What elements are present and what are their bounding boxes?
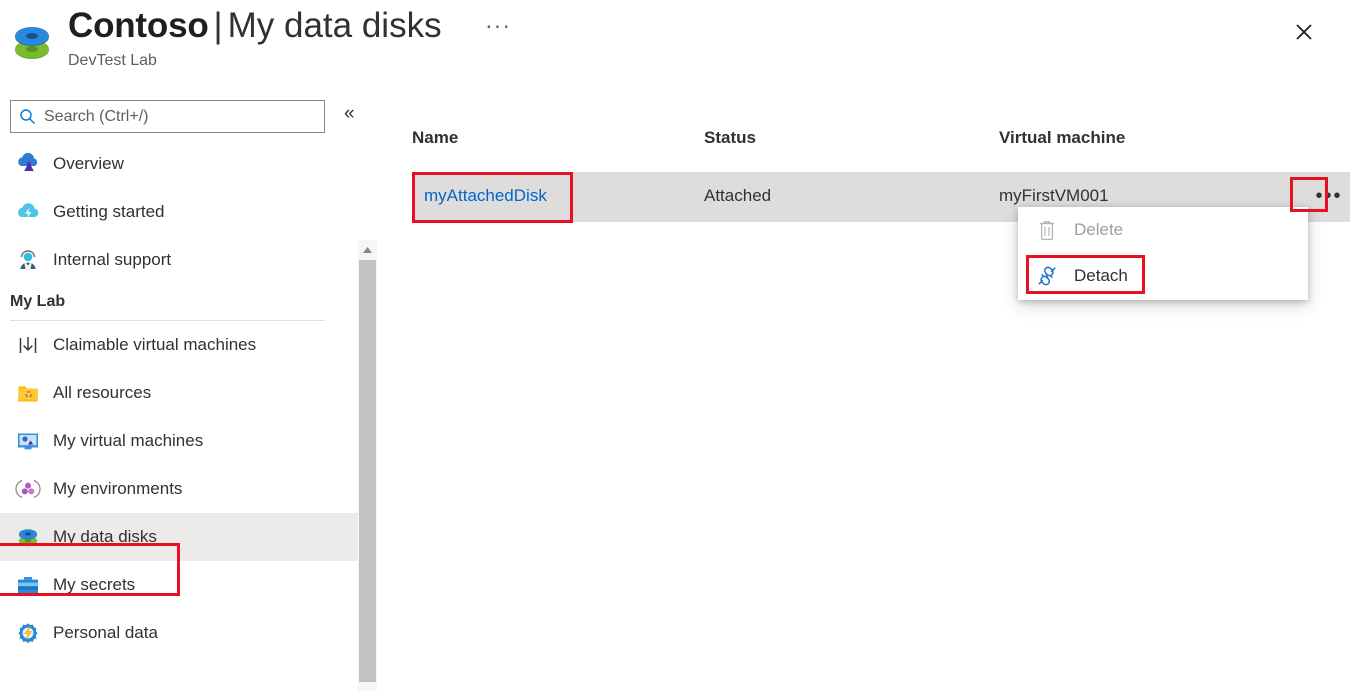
table-header: Name Status Virtual machine <box>412 128 1350 160</box>
sidebar-item-label: Getting started <box>53 202 165 221</box>
blade-sidebar: « Overview <box>0 92 377 691</box>
context-menu-item-label: Detach <box>1074 266 1128 285</box>
search-container <box>10 100 325 133</box>
azure-portal-blade: Contoso|My data disks ··· DevTest Lab « <box>0 0 1350 691</box>
sidebar-item-overview[interactable]: Overview <box>0 140 358 188</box>
monitor-vm-icon <box>14 427 42 455</box>
page-title: Contoso | My data disks <box>68 6 442 46</box>
disk-status-value: Attached <box>704 186 772 205</box>
column-header-status[interactable]: Status <box>704 128 756 148</box>
collapse-sidebar-button[interactable]: « <box>344 104 355 123</box>
sidebar-group-title: My Lab <box>10 293 66 310</box>
row-context-menu: Delete Detach <box>1018 207 1308 300</box>
sidebar-item-claimable-virtual-machines[interactable]: Claimable virtual machines <box>0 321 358 369</box>
sidebar-item-getting-started[interactable]: Getting started <box>0 188 358 236</box>
more-ellipsis-icon[interactable]: ••• <box>1314 182 1344 210</box>
sidebar-nav: Overview Getting started Internal suppor… <box>0 140 358 657</box>
trash-icon <box>1034 217 1060 243</box>
sidebar-item-internal-support[interactable]: Internal support <box>0 236 358 284</box>
scrollbar-thumb[interactable] <box>359 260 376 682</box>
disk-name-link[interactable]: myAttachedDisk <box>424 186 547 206</box>
close-button[interactable] <box>1284 12 1324 52</box>
sidebar-item-all-resources[interactable]: All resources <box>0 369 358 417</box>
context-menu-item-detach[interactable]: Detach <box>1018 253 1308 299</box>
download-arrow-icon <box>14 331 42 359</box>
sidebar-item-label: My data disks <box>53 527 157 546</box>
resource-name: Contoso <box>68 6 209 45</box>
sidebar-item-personal-data[interactable]: Personal data <box>0 609 358 657</box>
blade-header: Contoso | My data disks ··· DevTest Lab <box>0 0 1350 90</box>
sidebar-item-label: Overview <box>53 154 124 173</box>
sidebar-item-my-data-disks[interactable]: My data disks <box>0 513 358 561</box>
column-header-name[interactable]: Name <box>412 128 458 148</box>
column-header-virtual-machine[interactable]: Virtual machine <box>999 128 1125 148</box>
context-menu-item-label: Delete <box>1074 220 1124 239</box>
close-icon <box>1296 24 1312 40</box>
title-separator: | <box>213 6 223 45</box>
sidebar-item-label: My environments <box>53 479 183 498</box>
folder-box-icon <box>14 379 42 407</box>
resource-type-subtitle: DevTest Lab <box>68 52 157 69</box>
disk-virtual-machine-value: myFirstVM001 <box>999 186 1109 205</box>
cloud-flask-icon <box>14 150 42 178</box>
sidebar-item-label: My virtual machines <box>53 431 204 450</box>
plug-detach-icon <box>1034 263 1060 289</box>
sidebar-item-label: All resources <box>53 383 152 402</box>
sidebar-item-my-virtual-machines[interactable]: My virtual machines <box>0 417 358 465</box>
scroll-up-button[interactable] <box>358 240 377 259</box>
blade-name: My data disks <box>227 6 442 45</box>
column-header-label: Name <box>412 128 459 147</box>
caret-up-icon <box>363 246 372 253</box>
sidebar-item-my-secrets[interactable]: My secrets <box>0 561 358 609</box>
sidebar-item-my-environments[interactable]: My environments <box>0 465 358 513</box>
context-menu-item-delete: Delete <box>1018 207 1308 253</box>
data-disk-icon <box>14 523 42 551</box>
sidebar-item-label: My secrets <box>53 575 136 594</box>
search-box[interactable] <box>10 100 325 133</box>
cloud-lightning-icon <box>14 198 42 226</box>
header-more-menu[interactable]: ··· <box>485 12 511 39</box>
sidebar-item-label: Claimable virtual machines <box>53 335 257 354</box>
briefcase-icon <box>14 571 42 599</box>
sidebar-item-label: Internal support <box>53 250 172 269</box>
search-input[interactable] <box>44 107 304 126</box>
environments-icon <box>14 475 42 503</box>
data-disk-icon <box>10 18 54 68</box>
gear-lightning-icon <box>14 619 42 647</box>
person-support-icon <box>14 246 42 274</box>
column-header-label: Status <box>704 128 756 147</box>
blade-content: Name Status Virtual machine myAttachedDi… <box>378 92 1350 691</box>
search-icon <box>20 109 35 124</box>
sidebar-scrollbar[interactable] <box>358 240 377 691</box>
column-header-label: Virtual machine <box>999 128 1126 147</box>
sidebar-item-label: Personal data <box>53 623 158 642</box>
